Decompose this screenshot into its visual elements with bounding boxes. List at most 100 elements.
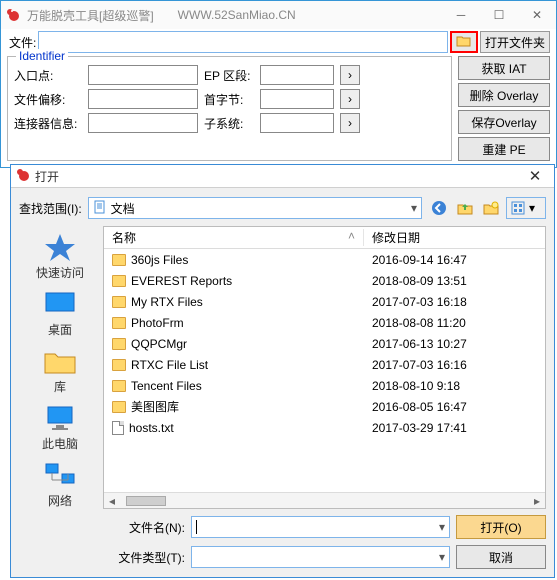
- close-button[interactable]: ✕: [518, 3, 556, 27]
- folder-icon: [112, 275, 126, 287]
- chevron-right-icon: ›: [348, 68, 352, 82]
- item-date: 2017-07-03 16:16: [364, 358, 545, 372]
- open-folder-button[interactable]: 打开文件夹: [480, 31, 550, 53]
- folder-icon: [112, 317, 126, 329]
- list-item[interactable]: PhotoFrm2018-08-08 11:20: [104, 312, 545, 333]
- file-toolbar: 文件: 打开文件夹: [1, 29, 556, 54]
- folder-icon: [112, 359, 126, 371]
- item-date: 2018-08-08 11:20: [364, 316, 545, 330]
- save-overlay-button[interactable]: 保存Overlay: [458, 110, 550, 134]
- chevron-down-icon: ▾: [529, 201, 535, 215]
- list-item[interactable]: 360js Files 2016-09-14 16:47: [104, 249, 545, 270]
- firstbyte-label: 首字节:: [204, 91, 254, 108]
- up-button[interactable]: [454, 197, 476, 219]
- file-path-input[interactable]: [38, 31, 448, 53]
- offset-input[interactable]: [88, 89, 198, 109]
- filetype-label: 文件类型(T):: [118, 549, 185, 566]
- ep-arrow-button[interactable]: ›: [340, 65, 360, 85]
- group-title: Identifier: [16, 49, 68, 63]
- filename-label: 文件名(N):: [129, 519, 185, 536]
- chevron-down-icon: ▾: [411, 201, 417, 215]
- subsys-input[interactable]: [260, 113, 334, 133]
- star-icon: [42, 232, 78, 262]
- item-date: 2018-08-09 13:51: [364, 274, 545, 288]
- dialog-close-button[interactable]: ✕: [516, 167, 554, 185]
- cancel-button[interactable]: 取消: [456, 545, 546, 569]
- item-date: 2017-07-03 16:18: [364, 295, 545, 309]
- list-item[interactable]: My RTX Files2017-07-03 16:18: [104, 291, 545, 312]
- column-headers[interactable]: 名称˄ 修改日期: [104, 227, 545, 249]
- desktop-icon: [42, 289, 78, 319]
- side-buttons: 获取 IAT 删除 Overlay 保存Overlay 重建 PE: [458, 56, 550, 161]
- place-network[interactable]: 网络: [25, 460, 95, 509]
- browse-button[interactable]: [450, 31, 478, 53]
- scrollbar-thumb[interactable]: [126, 496, 166, 506]
- rebuild-pe-button[interactable]: 重建 PE: [458, 137, 550, 161]
- main-window: 万能脱壳工具[超级巡警] WWW.52SanMiao.CN ─ ☐ ✕ 文件: …: [0, 0, 557, 168]
- item-date: 2017-03-29 17:41: [364, 421, 545, 435]
- identifier-group: Identifier 入口点: EP 区段: › 文件偏移: 首字节: › 连接…: [7, 56, 452, 161]
- scroll-right-icon: ▸: [529, 494, 545, 508]
- text-cursor: [196, 520, 197, 534]
- item-name: QQPCMgr: [131, 337, 187, 351]
- lookin-label: 查找范围(I):: [19, 200, 82, 217]
- folder-icon: [112, 380, 126, 392]
- new-folder-button[interactable]: [480, 197, 502, 219]
- filetype-combo[interactable]: ▾: [191, 546, 450, 568]
- list-item[interactable]: 美图图库2016-08-05 16:47: [104, 396, 545, 417]
- filename-input[interactable]: ▾: [191, 516, 450, 538]
- item-name: RTXC File List: [131, 358, 208, 372]
- chevron-down-icon: ▾: [439, 520, 445, 534]
- folder-icon: [112, 296, 126, 308]
- col-date-header: 修改日期: [364, 229, 545, 246]
- firstbyte-input[interactable]: [260, 89, 334, 109]
- subsys-arrow-button[interactable]: ›: [340, 113, 360, 133]
- view-menu-button[interactable]: ▾: [506, 197, 546, 219]
- place-desktop[interactable]: 桌面: [25, 289, 95, 338]
- offset-label: 文件偏移:: [14, 91, 82, 108]
- item-name: 美图图库: [131, 398, 179, 415]
- list-item[interactable]: Tencent Files2018-08-10 9:18: [104, 375, 545, 396]
- item-date: 2016-09-14 16:47: [364, 253, 545, 267]
- place-quick-access[interactable]: 快速访问: [25, 232, 95, 281]
- item-name: EVEREST Reports: [131, 274, 232, 288]
- list-item[interactable]: EVEREST Reports 2018-08-09 13:51: [104, 270, 545, 291]
- place-this-pc[interactable]: 此电脑: [25, 403, 95, 452]
- item-date: 2018-08-10 9:18: [364, 379, 545, 393]
- firstbyte-arrow-button[interactable]: ›: [340, 89, 360, 109]
- titlebar: 万能脱壳工具[超级巡警] WWW.52SanMiao.CN ─ ☐ ✕: [1, 1, 556, 29]
- item-name: 360js Files: [131, 253, 188, 267]
- file-list: 名称˄ 修改日期 360js Files 2016-09-14 16:47 EVER…: [103, 226, 546, 509]
- entry-input[interactable]: [88, 65, 198, 85]
- window-url: WWW.52SanMiao.CN: [178, 8, 442, 22]
- linker-input[interactable]: [88, 113, 198, 133]
- dialog-title: 打开: [35, 168, 59, 185]
- ep-input[interactable]: [260, 65, 334, 85]
- document-icon: [93, 200, 107, 217]
- places-bar: 快速访问 桌面 库 此电脑 网络: [19, 226, 101, 509]
- delete-overlay-button[interactable]: 删除 Overlay: [458, 83, 550, 107]
- get-iat-button[interactable]: 获取 IAT: [458, 56, 550, 80]
- network-icon: [42, 460, 78, 490]
- folder-icon: [112, 401, 126, 413]
- linker-label: 连接器信息:: [14, 115, 82, 132]
- back-button[interactable]: [428, 197, 450, 219]
- maximize-button[interactable]: ☐: [480, 3, 518, 27]
- subsys-label: 子系统:: [204, 115, 254, 132]
- lookin-combo[interactable]: 文档 ▾: [88, 197, 422, 219]
- folder-icon: [42, 346, 78, 376]
- place-libraries[interactable]: 库: [25, 346, 95, 395]
- item-name: hosts.txt: [129, 421, 174, 435]
- list-item[interactable]: hosts.txt 2017-03-29 17:41: [104, 417, 545, 438]
- folder-icon: [112, 338, 126, 350]
- file-label: 文件:: [9, 34, 36, 51]
- ep-label: EP 区段:: [204, 67, 254, 84]
- dialog-icon: [15, 167, 31, 186]
- open-button[interactable]: 打开(O): [456, 515, 546, 539]
- list-item[interactable]: RTXC File List 2017-07-03 16:16: [104, 354, 545, 375]
- list-item[interactable]: QQPCMgr2017-06-13 10:27: [104, 333, 545, 354]
- horizontal-scrollbar[interactable]: ◂ ▸: [104, 492, 545, 508]
- scroll-left-icon: ◂: [104, 494, 120, 508]
- sort-asc-icon: ˄: [348, 229, 355, 243]
- minimize-button[interactable]: ─: [442, 3, 480, 27]
